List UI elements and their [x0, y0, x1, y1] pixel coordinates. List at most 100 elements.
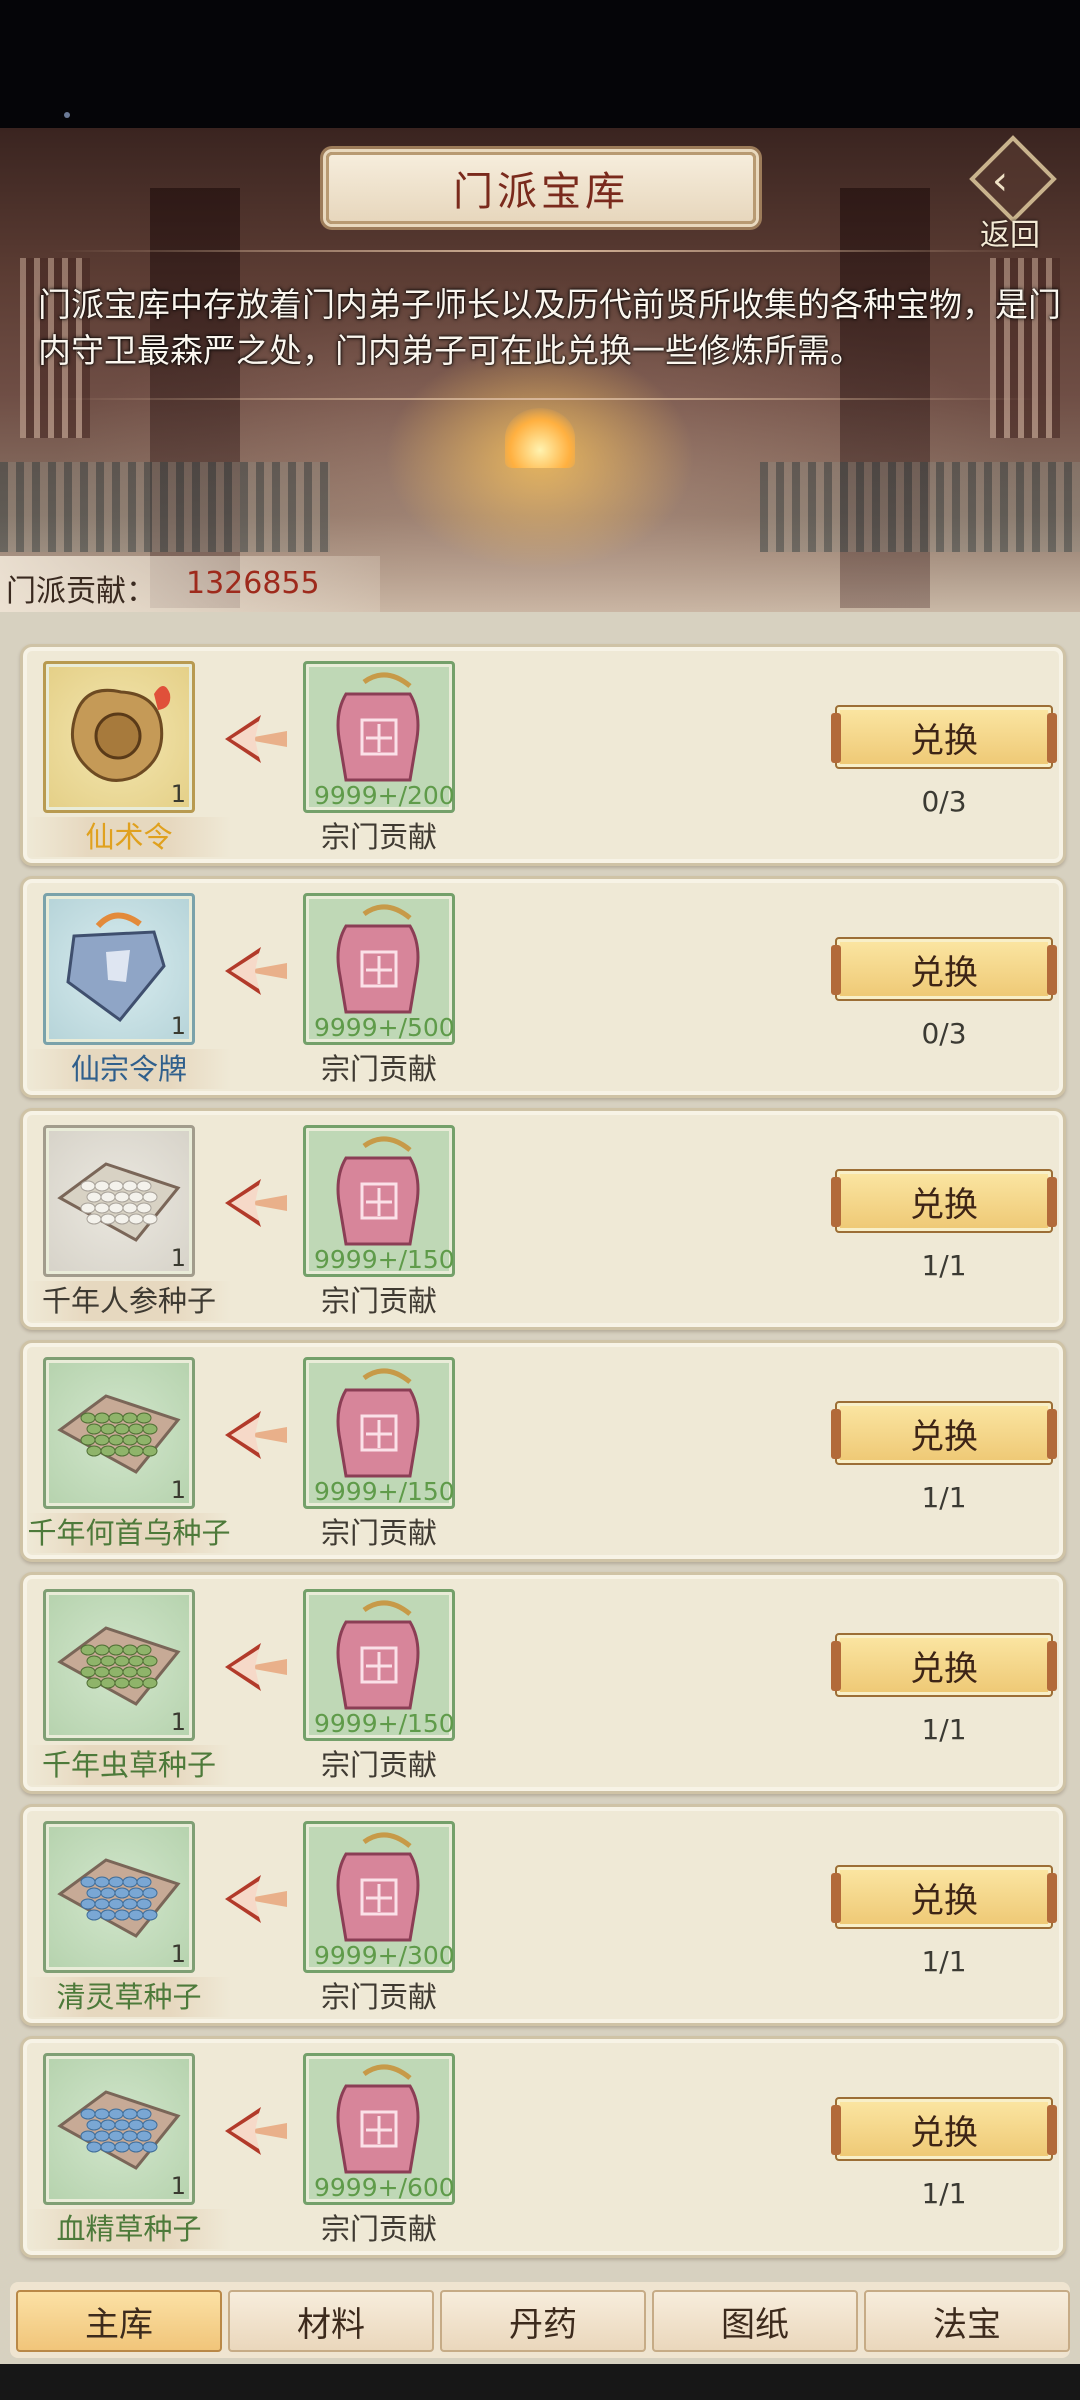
reward-item-name: 千年人参种子 — [27, 1281, 231, 1321]
exchange-limit: 1/1 — [921, 1249, 967, 1282]
reward-item-slot[interactable]: 1 — [43, 893, 195, 1045]
cost-quantity: 9999+/200 — [314, 781, 455, 810]
tab-label: 材料 — [297, 2304, 365, 2345]
exchange-item-card: 1 千年何首乌种子 9999+/150 宗门贡献 兑换 1/1 — [20, 1340, 1066, 1562]
exchange-button-label: 兑换 — [910, 952, 978, 993]
arrow-left-icon — [221, 1639, 291, 1695]
tab-label: 图纸 — [721, 2304, 789, 2345]
arrow-left-icon — [221, 1407, 291, 1463]
back-label: 返回 — [980, 218, 1040, 253]
cost-item-name: 宗门贡献 — [320, 2212, 437, 2246]
shelf-decoration — [760, 462, 1080, 552]
arrow-left-icon — [221, 2103, 291, 2159]
exchange-item-card: 1 千年人参种子 9999+/150 宗门贡献 兑换 1/1 — [20, 1108, 1066, 1330]
exchange-button-label: 兑换 — [910, 1416, 978, 1457]
cost-quantity: 9999+/150 — [314, 1477, 455, 1506]
exchange-limit: 1/1 — [921, 1481, 967, 1514]
reward-item-name: 血精草种子 — [27, 2209, 231, 2249]
exchange-button[interactable]: 兑换 — [831, 1865, 1057, 1929]
reward-quantity: 1 — [170, 1012, 186, 1040]
exchange-list[interactable]: 1 仙术令 9999+/200 宗门贡献 兑换 0/3 1 仙宗令牌 9999+/500 宗门贡献… — [0, 612, 1080, 2272]
exchange-limit: 1/1 — [921, 1713, 967, 1746]
cost-quantity: 9999+/150 — [314, 1245, 455, 1274]
reward-item-slot[interactable]: 1 — [43, 1589, 195, 1741]
tab-label: 主库 — [85, 2304, 153, 2345]
arrow-left-icon — [221, 711, 291, 767]
cost-quantity: 9999+/600 — [314, 2173, 455, 2202]
cost-item-slot[interactable]: 9999+/150 — [303, 1357, 455, 1509]
dot-decoration — [64, 112, 70, 118]
divider — [50, 398, 1040, 400]
cost-item-name: 宗门贡献 — [320, 1748, 437, 1782]
cost-item-slot[interactable]: 9999+/200 — [303, 661, 455, 813]
exchange-limit: 0/3 — [921, 785, 967, 818]
exchange-button-label: 兑换 — [910, 2112, 978, 2153]
exchange-button[interactable]: 兑换 — [831, 2097, 1057, 2161]
tab-blueprints[interactable]: 图纸 — [652, 2290, 858, 2352]
fire-icon — [505, 408, 575, 468]
arrow-left-icon — [221, 943, 291, 999]
reward-item-name: 清灵草种子 — [27, 1977, 231, 2017]
shelf-decoration — [0, 462, 330, 552]
cost-item-name: 宗门贡献 — [320, 1516, 437, 1550]
reward-quantity: 1 — [170, 780, 186, 808]
cost-item-name: 宗门贡献 — [320, 1980, 437, 2014]
cost-quantity: 9999+/150 — [314, 1709, 455, 1738]
status-area — [0, 0, 1080, 128]
reward-quantity: 1 — [170, 1940, 186, 1968]
exchange-item-card: 1 仙宗令牌 9999+/500 宗门贡献 兑换 0/3 — [20, 876, 1066, 1098]
exchange-item-card: 1 血精草种子 9999+/600 宗门贡献 兑换 1/1 — [20, 2036, 1066, 2258]
reward-item-name: 千年虫草种子 — [27, 1745, 231, 1785]
back-button[interactable]: ‹ 返回 — [962, 135, 1062, 253]
tab-treasures[interactable]: 法宝 — [864, 2290, 1070, 2352]
description-text: 门派宝库中存放着门内弟子师长以及历代前贤所收集的各种宝物，是门内守卫最森严之处，… — [38, 285, 1061, 370]
exchange-button[interactable]: 兑换 — [831, 1401, 1057, 1465]
exchange-button-label: 兑换 — [910, 1648, 978, 1689]
exchange-button[interactable]: 兑换 — [831, 1633, 1057, 1697]
exchange-button-label: 兑换 — [910, 1184, 978, 1225]
cost-quantity: 9999+/500 — [314, 1013, 455, 1042]
exchange-button-label: 兑换 — [910, 720, 978, 761]
cost-item-name: 宗门贡献 — [320, 820, 437, 854]
reward-item-name: 仙宗令牌 — [27, 1049, 231, 1089]
exchange-button[interactable]: 兑换 — [831, 937, 1057, 1001]
exchange-button[interactable]: 兑换 — [831, 1169, 1057, 1233]
exchange-limit: 0/3 — [921, 1017, 967, 1050]
exchange-item-card: 1 仙术令 9999+/200 宗门贡献 兑换 0/3 — [20, 644, 1066, 866]
cost-item-slot[interactable]: 9999+/150 — [303, 1125, 455, 1277]
reward-quantity: 1 — [170, 1708, 186, 1736]
reward-quantity: 1 — [170, 1244, 186, 1272]
reward-item-slot[interactable]: 1 — [43, 2053, 195, 2205]
cost-item-name: 宗门贡献 — [320, 1284, 437, 1318]
reward-quantity: 1 — [170, 2172, 186, 2200]
reward-item-name: 千年何首乌种子 — [27, 1513, 231, 1553]
tab-main[interactable]: 主库 — [16, 2290, 222, 2352]
tab-materials[interactable]: 材料 — [228, 2290, 434, 2352]
bottom-strip — [0, 2364, 1080, 2400]
cost-item-name: 宗门贡献 — [320, 1052, 437, 1086]
cost-item-slot[interactable]: 9999+/600 — [303, 2053, 455, 2205]
reward-item-slot[interactable]: 1 — [43, 1125, 195, 1277]
cost-quantity: 9999+/300 — [314, 1941, 455, 1970]
exchange-button-label: 兑换 — [910, 1880, 978, 1921]
exchange-limit: 1/1 — [921, 1945, 967, 1978]
contribution-value: 1326855 — [186, 566, 320, 601]
cost-item-slot[interactable]: 9999+/500 — [303, 893, 455, 1045]
exchange-limit: 1/1 — [921, 2177, 967, 2210]
exchange-button[interactable]: 兑换 — [831, 705, 1057, 769]
reward-item-slot[interactable]: 1 — [43, 1821, 195, 1973]
page-title: 门派宝库 — [453, 169, 629, 215]
back-arrow-icon: ‹ — [992, 158, 1008, 204]
cost-item-slot[interactable]: 9999+/300 — [303, 1821, 455, 1973]
arrow-left-icon — [221, 1175, 291, 1231]
reward-item-slot[interactable]: 1 — [43, 1357, 195, 1509]
reward-item-slot[interactable]: 1 — [43, 661, 195, 813]
exchange-item-card: 1 清灵草种子 9999+/300 宗门贡献 兑换 1/1 — [20, 1804, 1066, 2026]
title-plate: 门派宝库 — [326, 152, 756, 224]
reward-item-name: 仙术令 — [27, 817, 231, 857]
tab-label: 丹药 — [509, 2304, 577, 2345]
tab-label: 法宝 — [933, 2304, 1001, 2345]
cost-item-slot[interactable]: 9999+/150 — [303, 1589, 455, 1741]
tab-pills[interactable]: 丹药 — [440, 2290, 646, 2352]
contribution-label: 门派贡献： — [6, 574, 156, 609]
